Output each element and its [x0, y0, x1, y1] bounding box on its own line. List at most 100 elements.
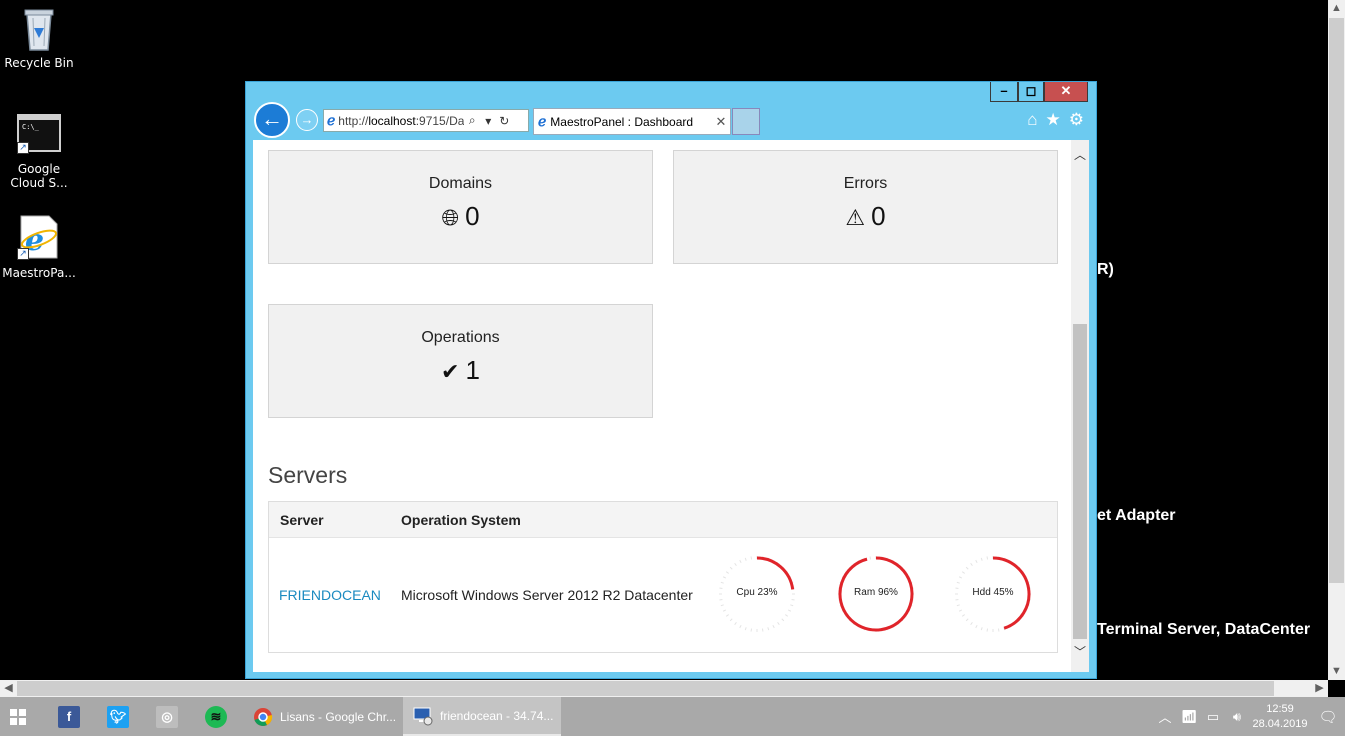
clock-time: 12:59	[1266, 702, 1294, 715]
gauge-tick	[725, 614, 729, 617]
gauge-tick	[767, 627, 770, 631]
gauge-tick	[790, 604, 794, 607]
background-text: et Adapter	[1097, 507, 1176, 524]
card-value-row: 🌐︎ 0	[269, 201, 652, 232]
spotify-icon: ≋	[205, 705, 227, 728]
tab-close-icon[interactable]: ✕	[712, 114, 730, 130]
url-scheme: http://	[338, 113, 369, 128]
address-bar[interactable]: ℯ http://localhost:9715/Da ⌕ ▾ ↻	[323, 109, 529, 132]
gauge-tick	[965, 618, 969, 622]
gauge-tick	[970, 622, 973, 626]
scrollbar-thumb[interactable]	[17, 681, 1274, 696]
scroll-left-arrow-icon[interactable]: ◀	[0, 680, 17, 697]
gauge-tick	[772, 624, 775, 629]
dropdown-icon[interactable]: ▾	[480, 114, 496, 128]
scroll-up-chevron-icon[interactable]: ︿	[1071, 146, 1089, 163]
desktop-icon-maestropanel[interactable]: e ↗ MaestroPa...	[0, 214, 78, 280]
desktop-horizontal-scrollbar[interactable]: ◀ ▶	[0, 680, 1328, 697]
network-icon[interactable]: 📶︎	[1177, 709, 1201, 725]
desktop-icon-google-cloud[interactable]: C:\_ ↗ Google Cloud S...	[0, 114, 78, 190]
scroll-down-chevron-icon[interactable]: ﹀	[1071, 643, 1089, 660]
chevron-up-icon[interactable]: ︿	[1153, 707, 1177, 726]
forward-button[interactable]: →	[296, 109, 318, 131]
gauge-tick	[956, 604, 960, 607]
facebook-icon: f	[58, 705, 80, 728]
battery-icon[interactable]: ▭	[1201, 709, 1225, 725]
gauge-label: Ram 96%	[854, 587, 898, 598]
forward-arrow-icon: →	[300, 112, 314, 127]
chrome-icon	[254, 707, 273, 726]
gauge-tick	[956, 581, 960, 584]
gauge-tick	[739, 624, 742, 629]
taskbar-spotify[interactable]: ≋	[199, 697, 233, 736]
card-title: Domains	[428, 175, 493, 192]
refresh-icon[interactable]: ↻	[496, 114, 512, 128]
settings-gear-icon[interactable]: ⚙	[1069, 110, 1084, 130]
gauge-tick	[734, 562, 737, 566]
page-scrollbar[interactable]: ︿ ﹀	[1071, 140, 1089, 672]
gauge-tick	[958, 576, 963, 579]
twitter-icon: 🐦︎	[107, 705, 129, 728]
gauge-arc	[756, 556, 795, 590]
gauge-label: Hdd 45%	[972, 587, 1014, 598]
desktop-icon-label: Recycle Bin	[4, 56, 74, 70]
scroll-down-arrow-icon[interactable]: ▼	[1328, 663, 1345, 680]
column-header-server: Server	[280, 512, 324, 528]
notifications-icon[interactable]: 🗨︎	[1311, 708, 1345, 726]
card-value: 1	[465, 355, 480, 385]
maximize-button[interactable]: ◻	[1018, 82, 1044, 102]
card-value-row: ⚠︎ 0	[674, 201, 1057, 232]
scrollbar-thumb[interactable]	[1329, 18, 1344, 583]
background-text: Terminal Server, DataCenter	[1097, 621, 1311, 638]
start-button[interactable]	[0, 697, 36, 736]
errors-card: Errors ⚠︎ 0	[673, 150, 1058, 264]
favorites-star-icon[interactable]: ★	[1046, 110, 1061, 130]
server-link[interactable]: FRIENDOCEAN	[279, 587, 381, 603]
desktop-icon-recycle-bin[interactable]: Recycle Bin	[0, 6, 78, 70]
close-button[interactable]: ✕	[1044, 82, 1088, 102]
scrollbar-thumb[interactable]	[1073, 324, 1087, 639]
gauge-tick	[965, 566, 969, 570]
gauge-label: Cpu 23%	[736, 587, 778, 598]
gauge-tick	[722, 576, 727, 579]
new-tab-button[interactable]	[732, 108, 760, 135]
home-icon[interactable]: ⌂	[1027, 110, 1037, 130]
taskbar-chrome-window[interactable]: Lisans - Google Chr...	[245, 697, 400, 736]
column-header-os: Operation System	[401, 512, 521, 528]
gauge-tick	[722, 609, 727, 612]
ram-gauge: Ram 96%	[836, 554, 916, 634]
clock[interactable]: 12:59 28.04.2019	[1249, 702, 1311, 732]
gauge-tick	[734, 622, 737, 626]
shortcut-arrow-icon: ↗	[17, 248, 29, 260]
taskbar-twitter[interactable]: 🐦︎	[101, 697, 135, 736]
desktop-vertical-scrollbar[interactable]: ▲ ▼	[1328, 0, 1345, 680]
domains-card: Domains 🌐︎ 0	[268, 150, 653, 264]
back-arrow-icon: ←	[261, 106, 283, 131]
gauge-tick	[720, 604, 724, 607]
taskbar-instagram[interactable]: ◎	[150, 697, 184, 736]
gauge-tick	[729, 618, 733, 622]
browser-toolbar: ⌂ ★ ⚙	[1027, 110, 1084, 130]
taskbar-remote-desktop-window[interactable]: friendocean - 34.74...	[403, 697, 561, 736]
volume-icon[interactable]: 🔊︎	[1225, 709, 1249, 725]
desktop-icon-label: Google Cloud S...	[10, 162, 68, 190]
card-value-row: ✔ 1	[269, 355, 652, 386]
servers-table: Server Operation System FRIENDOCEAN Micr…	[268, 501, 1058, 653]
tab-title: MaestroPanel : Dashboard	[550, 114, 694, 129]
search-icon[interactable]: ⌕	[464, 113, 480, 128]
gauge-tick	[975, 624, 978, 629]
gauge-tick	[980, 557, 983, 561]
address-url[interactable]: http://localhost:9715/Da	[338, 114, 464, 128]
card-value: 0	[465, 201, 480, 231]
scroll-right-arrow-icon[interactable]: ▶	[1311, 680, 1328, 697]
back-button[interactable]: ←	[254, 102, 290, 138]
table-row: FRIENDOCEAN Microsoft Windows Server 201…	[269, 538, 1057, 652]
minimize-button[interactable]: –	[990, 82, 1018, 102]
scroll-up-arrow-icon[interactable]: ▲	[1328, 0, 1345, 17]
taskbar-facebook[interactable]: f	[52, 697, 86, 736]
tab-dashboard[interactable]: ℯ MaestroPanel : Dashboard ✕	[533, 108, 731, 135]
gauge-tick	[781, 618, 785, 622]
gauge-tick	[961, 614, 965, 617]
gauge-tick	[744, 627, 747, 631]
window-controls: – ◻ ✕	[990, 82, 1088, 102]
